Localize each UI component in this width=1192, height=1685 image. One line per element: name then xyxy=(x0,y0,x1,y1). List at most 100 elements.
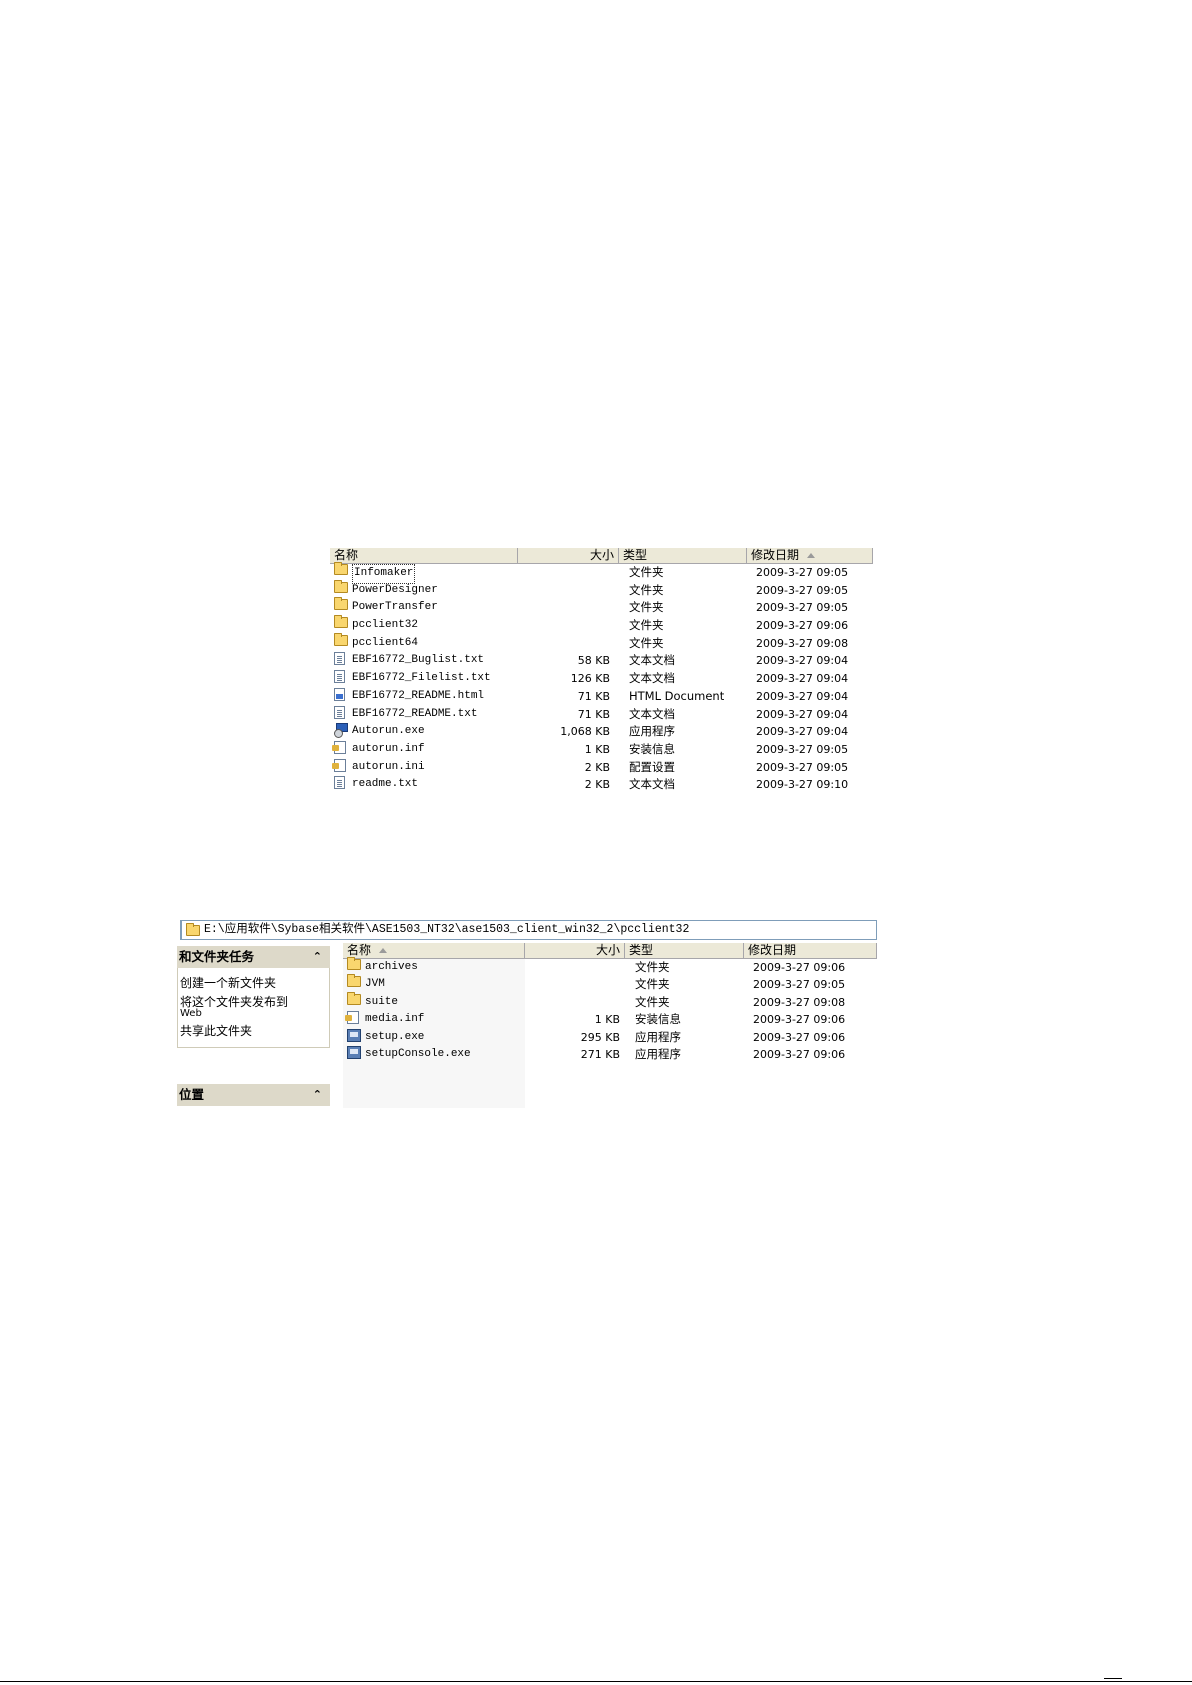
file-type: 文本文档 xyxy=(629,671,675,686)
folder-icon xyxy=(334,597,348,611)
column-header-name[interactable]: 名称 xyxy=(330,548,518,563)
folder-icon xyxy=(334,579,348,593)
places-title: 位置 xyxy=(179,1087,205,1102)
file-name: EBF16772_Buglist.txt xyxy=(352,654,485,667)
file-type: 应用程序 xyxy=(629,724,675,739)
file-type: 应用程序 xyxy=(635,1046,681,1061)
file-modified-date: 2009-3-27 09:04 xyxy=(756,707,849,721)
file-row[interactable]: setupConsole.exe 271 KB 应用程序 2009-3-27 09:0… xyxy=(343,1045,877,1063)
file-size: 1,068 KB xyxy=(560,725,610,739)
column-header-modified-label: 修改日期 xyxy=(751,548,800,562)
file-row[interactable]: EBF16772_Buglist.txt 58 KB 文本文档 2009-3-27 0… xyxy=(330,652,873,670)
column-header-name-label: 名称 xyxy=(347,943,372,957)
folder-tasks-title: 和文件夹任务 xyxy=(179,949,255,964)
file-size: 1 KB xyxy=(594,1013,620,1027)
setup-info-icon xyxy=(332,740,346,754)
file-modified-date: 2009-3-27 09:05 xyxy=(756,566,849,579)
column-header-type-label: 类型 xyxy=(629,943,654,957)
file-type: 文件夹 xyxy=(635,960,670,974)
column-header-bar: 名称 大小 类型 修改日期 xyxy=(330,548,873,564)
column-header-size[interactable]: 大小 xyxy=(525,943,625,958)
column-header-modified-label: 修改日期 xyxy=(748,943,797,957)
file-row[interactable]: suite 文件夹 2009-3-27 09:08 xyxy=(343,991,877,1011)
file-name: autorun.inf xyxy=(352,742,425,755)
file-size: 2 KB xyxy=(584,760,610,774)
places-panel-header[interactable]: 位置 ⌃ xyxy=(177,1084,330,1106)
file-modified-date: 2009-3-27 09:06 xyxy=(753,1047,846,1061)
column-header-modified[interactable]: 修改日期 xyxy=(744,943,877,958)
folder-tasks-panel-header[interactable]: 和文件夹任务 ⌃ xyxy=(177,946,330,968)
column-header-size-label: 大小 xyxy=(589,548,614,562)
collapse-chevron-icon[interactable]: ⌃ xyxy=(313,1084,322,1106)
file-row[interactable]: EBF16772_README.html 71 KB HTML Document 20… xyxy=(330,687,873,706)
file-row[interactable]: archives 文件夹 2009-3-27 09:06 xyxy=(343,957,877,976)
text-document-icon xyxy=(334,705,345,719)
file-row[interactable]: EBF16772_README.txt 71 KB 文本文档 2009-3-27 09… xyxy=(330,705,873,724)
text-document-icon xyxy=(334,776,345,790)
file-type: 文本文档 xyxy=(629,777,675,792)
folder-icon xyxy=(334,562,348,575)
file-size: 271 KB xyxy=(580,1047,620,1061)
file-modified-date: 2009-3-27 09:04 xyxy=(756,689,849,703)
file-row[interactable]: PowerTransfer 文件夹 2009-3-27 09:05 xyxy=(330,597,873,617)
autorun-exe-icon xyxy=(334,723,348,739)
collapse-chevron-icon[interactable]: ⌃ xyxy=(313,946,322,968)
file-modified-date: 2009-3-27 09:05 xyxy=(756,760,849,774)
file-name: setup.exe xyxy=(365,1030,425,1043)
file-modified-date: 2009-3-27 09:05 xyxy=(753,978,846,992)
task-publish-folder-web[interactable]: Web xyxy=(180,1008,202,1019)
explorer-window-screenshot-2: E:\应用软件\Sybase相关软件\ASE1503_NT32\ase1503_… xyxy=(177,920,877,1108)
column-header-size[interactable]: 大小 xyxy=(518,548,619,563)
file-name: Autorun.exe xyxy=(352,725,425,738)
file-modified-date: 2009-3-27 09:10 xyxy=(756,778,849,792)
file-modified-date: 2009-3-27 09:04 xyxy=(756,672,849,686)
folder-icon xyxy=(334,615,348,629)
file-row[interactable]: media.inf 1 KB 安装信息 2009-3-27 09:06 xyxy=(343,1011,877,1028)
file-type: 文件夹 xyxy=(629,600,664,615)
file-type: 文件夹 xyxy=(635,994,670,1009)
file-type: 文件夹 xyxy=(629,618,664,633)
file-name: setupConsole.exe xyxy=(365,1047,471,1060)
address-bar[interactable]: E:\应用软件\Sybase相关软件\ASE1503_NT32\ase1503_… xyxy=(180,920,877,940)
file-name: archives xyxy=(365,961,418,973)
file-size: 71 KB xyxy=(577,707,610,721)
file-size: 295 KB xyxy=(580,1030,620,1044)
file-name: pcclient64 xyxy=(352,636,419,649)
file-row[interactable]: pcclient64 文件夹 2009-3-27 09:08 xyxy=(330,632,873,653)
column-header-name[interactable]: 名称 xyxy=(343,943,525,958)
file-row[interactable]: readme.txt 2 KB 文本文档 2009-3-27 09:10 xyxy=(330,776,873,794)
file-row[interactable]: setup.exe 295 KB 应用程序 2009-3-27 09:06 xyxy=(343,1028,877,1046)
task-share-folder[interactable]: 共享此文件夹 xyxy=(180,1022,252,1039)
column-header-modified[interactable]: 修改日期 xyxy=(747,548,873,563)
config-settings-icon xyxy=(332,758,346,772)
file-row[interactable]: pcclient32 文件夹 2009-3-27 09:06 xyxy=(330,615,873,635)
file-row[interactable]: JVM 文件夹 2009-3-27 09:05 xyxy=(343,974,877,993)
folder-icon xyxy=(347,974,361,988)
file-row[interactable]: PowerDesigner 文件夹 2009-3-27 09:05 xyxy=(330,579,873,600)
column-header-size-label: 大小 xyxy=(595,943,620,957)
address-path: E:\应用软件\Sybase相关软件\ASE1503_NT32\ase1503_… xyxy=(204,923,690,936)
folder-icon xyxy=(334,632,348,646)
sort-ascending-icon xyxy=(379,948,388,953)
file-type: 配置设置 xyxy=(629,759,675,774)
file-row[interactable]: Autorun.exe 1,068 KB 应用程序 2009-3-27 09:04 xyxy=(330,723,873,741)
file-row[interactable]: autorun.inf 1 KB 安装信息 2009-3-27 09:05 xyxy=(330,740,873,759)
file-row[interactable]: autorun.ini 2 KB 配置设置 2009-3-27 09:05 xyxy=(330,758,873,777)
file-list-rows: archives 文件夹 2009-3-27 09:06 JVM 文件夹 2009-3-2… xyxy=(343,957,877,1063)
folder-tasks-panel-body: 创建一个新文件夹 将这个文件夹发布到 Web 共享此文件夹 xyxy=(177,968,330,1048)
page-bottom-rule xyxy=(0,1681,1192,1682)
folder-icon xyxy=(347,991,361,1005)
column-header-bar: 名称 大小 类型 修改日期 xyxy=(343,943,877,959)
column-header-type[interactable]: 类型 xyxy=(619,548,747,563)
file-size: 2 KB xyxy=(584,778,610,792)
file-modified-date: 2009-3-27 09:04 xyxy=(756,654,849,668)
html-document-icon xyxy=(334,687,345,701)
file-row[interactable]: Infomaker 文件夹 2009-3-27 09:05 xyxy=(330,562,873,584)
task-create-folder[interactable]: 创建一个新文件夹 xyxy=(180,974,276,991)
file-type: 文件夹 xyxy=(629,582,664,597)
file-type: 文本文档 xyxy=(629,706,675,721)
file-list-screenshot-1: 名称 大小 类型 修改日期 Infomaker 文件夹 2009-3-27 09:0… xyxy=(330,548,873,791)
file-modified-date: 2009-3-27 09:05 xyxy=(756,601,849,615)
file-row[interactable]: EBF16772_Filelist.txt 126 KB 文本文档 2009-3-27… xyxy=(330,670,873,688)
column-header-type[interactable]: 类型 xyxy=(625,943,744,958)
